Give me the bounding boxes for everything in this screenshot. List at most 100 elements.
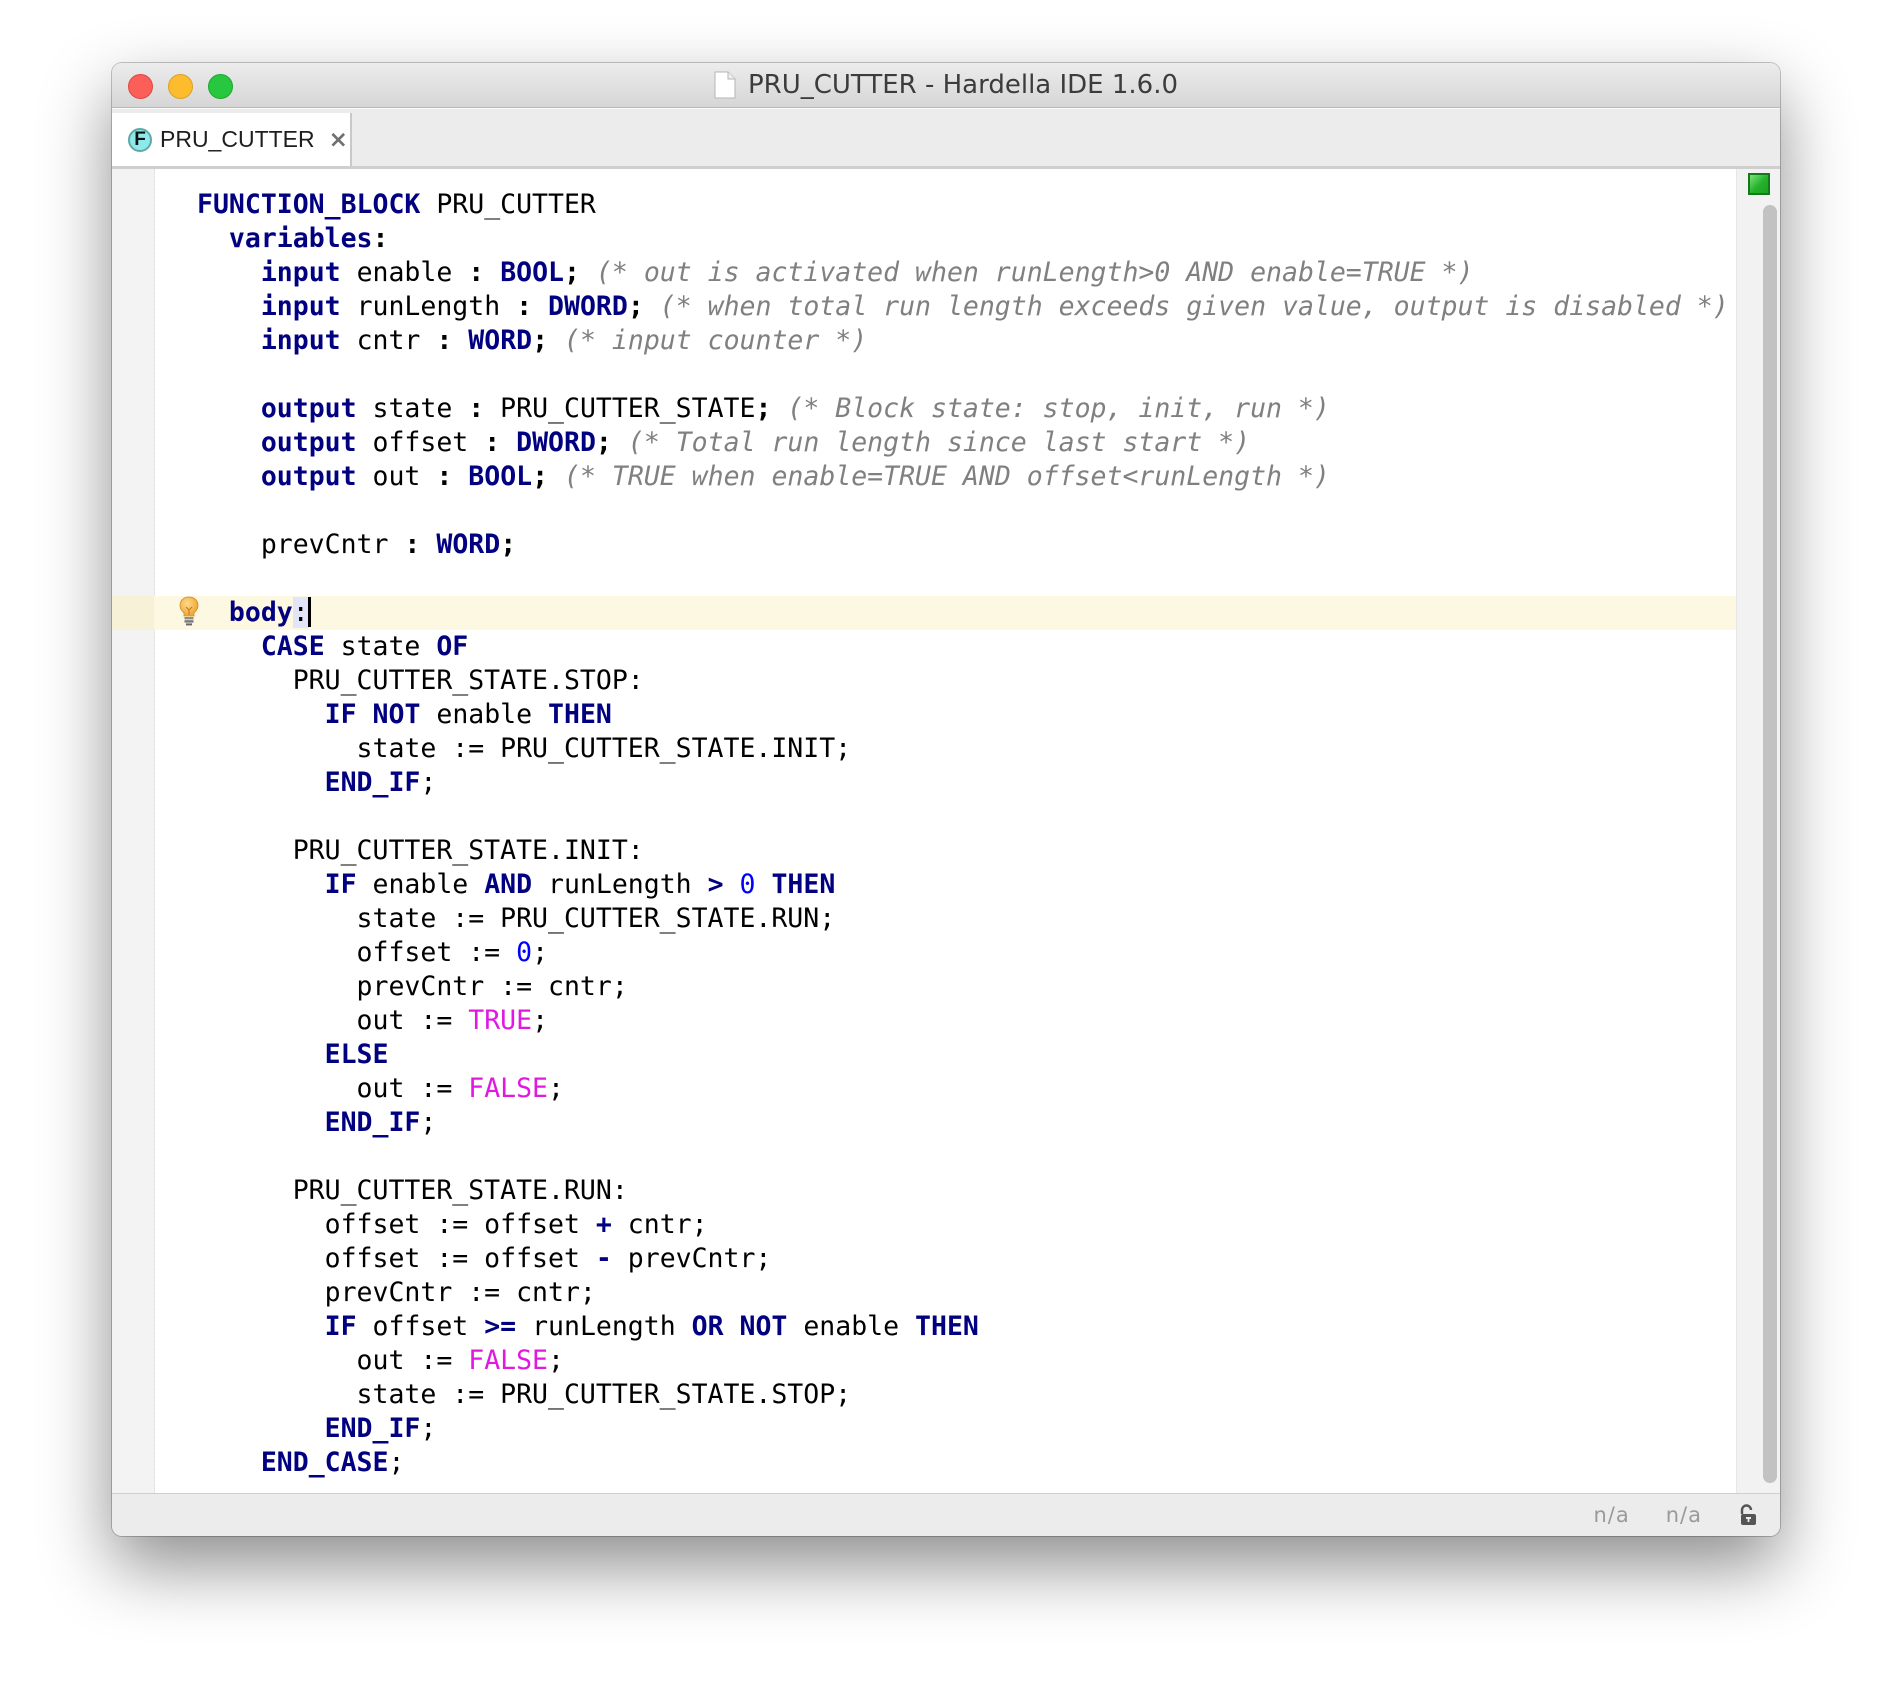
code-line[interactable]: PRU_CUTTER_STATE.STOP: bbox=[197, 664, 1729, 698]
code-token: runLength bbox=[532, 869, 708, 900]
keyword-token: input bbox=[260, 257, 341, 288]
code-line[interactable]: PRU_CUTTER_STATE.RUN: bbox=[197, 1174, 1729, 1208]
tab-label: PRU_CUTTER bbox=[160, 126, 315, 152]
keyword-token: ELSE bbox=[324, 1039, 389, 1070]
code-line[interactable]: input cntr : WORD; (* input counter *) bbox=[197, 324, 1729, 358]
code-line[interactable]: input runLength : DWORD; (* when total r… bbox=[197, 290, 1729, 324]
tab-pru-cutter[interactable]: F PRU_CUTTER × bbox=[112, 113, 352, 166]
code-line[interactable]: END_IF; bbox=[197, 1106, 1729, 1140]
keyword-token: END_IF bbox=[324, 1107, 421, 1138]
editor-tab-strip: F PRU_CUTTER × bbox=[112, 108, 1780, 170]
vertical-scrollbar-thumb[interactable] bbox=[1763, 205, 1777, 1483]
code-line[interactable]: ELSE bbox=[197, 1038, 1729, 1072]
code-token: ; bbox=[548, 1345, 564, 1376]
code-line[interactable]: offset := offset - prevCntr; bbox=[197, 1242, 1729, 1276]
code-line[interactable]: END_CASE; bbox=[197, 1446, 1729, 1480]
code-line[interactable]: END_IF; bbox=[197, 766, 1729, 800]
code-line[interactable]: out := FALSE; bbox=[197, 1072, 1729, 1106]
code-line[interactable]: state := PRU_CUTTER_STATE.STOP; bbox=[197, 1378, 1729, 1412]
keyword-token: FUNCTION_BLOCK bbox=[197, 189, 421, 220]
code-line[interactable]: FUNCTION_BLOCK PRU_CUTTER bbox=[197, 188, 1729, 222]
code-token: ; bbox=[532, 1005, 549, 1036]
code-token: enable bbox=[356, 869, 485, 900]
code-line[interactable]: input enable : BOOL; (* out is activated… bbox=[197, 256, 1729, 290]
punctuation-token: : bbox=[436, 461, 453, 492]
comment-token: (* TRUE when enable=TRUE AND offset<runL… bbox=[564, 461, 1330, 492]
code-line[interactable]: END_IF; bbox=[197, 1412, 1729, 1446]
code-token: state := PRU_CUTTER_STATE.RUN; bbox=[197, 903, 836, 934]
code-line[interactable] bbox=[197, 562, 1729, 596]
code-line[interactable]: out := FALSE; bbox=[197, 1344, 1729, 1378]
code-line[interactable]: IF enable AND runLength > 0 THEN bbox=[197, 868, 1729, 902]
keyword-token: > bbox=[707, 869, 724, 900]
code-line[interactable]: state := PRU_CUTTER_STATE.INIT; bbox=[197, 732, 1729, 766]
comment-token: (* Block state: stop, init, run *) bbox=[787, 393, 1330, 424]
boolean-literal-token: FALSE bbox=[468, 1073, 549, 1104]
keyword-token: OF bbox=[436, 631, 469, 662]
unlocked-icon[interactable] bbox=[1738, 1504, 1758, 1526]
code-line[interactable]: output offset : DWORD; (* Total run leng… bbox=[197, 426, 1729, 460]
selected-text-token: : bbox=[292, 597, 309, 628]
code-line[interactable]: PRU_CUTTER_STATE.INIT: bbox=[197, 834, 1729, 868]
code-line[interactable]: output state : PRU_CUTTER_STATE; (* Bloc… bbox=[197, 392, 1729, 426]
keyword-token: THEN bbox=[548, 699, 612, 730]
code-text[interactable]: FUNCTION_BLOCK PRU_CUTTER variables: inp… bbox=[197, 188, 1729, 1480]
keyword-token: THEN bbox=[771, 869, 836, 900]
code-line[interactable]: out := TRUE; bbox=[197, 1004, 1729, 1038]
keyword-token: THEN bbox=[915, 1311, 979, 1342]
code-line[interactable]: offset := 0; bbox=[197, 936, 1729, 970]
code-line[interactable]: state := PRU_CUTTER_STATE.RUN; bbox=[197, 902, 1729, 936]
keyword-token: WORD bbox=[436, 529, 501, 560]
keyword-token: BOOL bbox=[468, 461, 533, 492]
code-token: offset bbox=[356, 1311, 485, 1342]
code-line[interactable]: variables: bbox=[197, 222, 1729, 256]
keyword-token: NOT bbox=[739, 1311, 788, 1342]
code-line[interactable] bbox=[197, 1140, 1729, 1174]
code-line[interactable]: IF offset >= runLength OR NOT enable THE… bbox=[197, 1310, 1729, 1344]
comment-token: (* input counter *) bbox=[564, 325, 868, 356]
punctuation-token: ; bbox=[532, 461, 549, 492]
close-tab-icon[interactable]: × bbox=[329, 127, 348, 153]
punctuation-token: ; bbox=[595, 427, 612, 458]
code-line[interactable]: body: bbox=[197, 596, 1729, 630]
code-line[interactable]: CASE state OF bbox=[197, 630, 1729, 664]
code-line[interactable]: output out : BOOL; (* TRUE when enable=T… bbox=[197, 460, 1729, 494]
code-line[interactable] bbox=[197, 494, 1729, 528]
analysis-ok-indicator[interactable] bbox=[1748, 173, 1770, 195]
code-token: out := bbox=[197, 1073, 469, 1104]
code-token: offset := offset bbox=[197, 1243, 596, 1274]
code-token: PRU_CUTTER_STATE.RUN: bbox=[197, 1175, 628, 1206]
keyword-token: WORD bbox=[468, 325, 533, 356]
code-line[interactable] bbox=[197, 800, 1729, 834]
editor-gutter[interactable] bbox=[112, 169, 155, 1493]
code-token: PRU_CUTTER bbox=[420, 189, 596, 220]
title-bar[interactable]: PRU_CUTTER - Hardella IDE 1.6.0 bbox=[112, 63, 1780, 108]
code-line[interactable]: prevCntr := cntr; bbox=[197, 970, 1729, 1004]
code-line[interactable]: prevCntr : WORD; bbox=[197, 528, 1729, 562]
code-token: enable bbox=[787, 1311, 916, 1342]
code-line[interactable] bbox=[197, 358, 1729, 392]
code-line[interactable]: offset := offset + cntr; bbox=[197, 1208, 1729, 1242]
code-token: prevCntr := cntr; bbox=[197, 1277, 596, 1308]
code-line[interactable]: prevCntr := cntr; bbox=[197, 1276, 1729, 1310]
boolean-literal-token: FALSE bbox=[468, 1345, 549, 1376]
keyword-token: IF bbox=[324, 1311, 357, 1342]
code-token: PRU_CUTTER_STATE bbox=[484, 393, 756, 424]
keyword-token: output bbox=[260, 393, 357, 424]
punctuation-token: : bbox=[516, 291, 533, 322]
keyword-token: + bbox=[595, 1209, 612, 1240]
code-editor[interactable]: FUNCTION_BLOCK PRU_CUTTER variables: inp… bbox=[112, 169, 1780, 1493]
code-line[interactable]: IF NOT enable THEN bbox=[197, 698, 1729, 732]
